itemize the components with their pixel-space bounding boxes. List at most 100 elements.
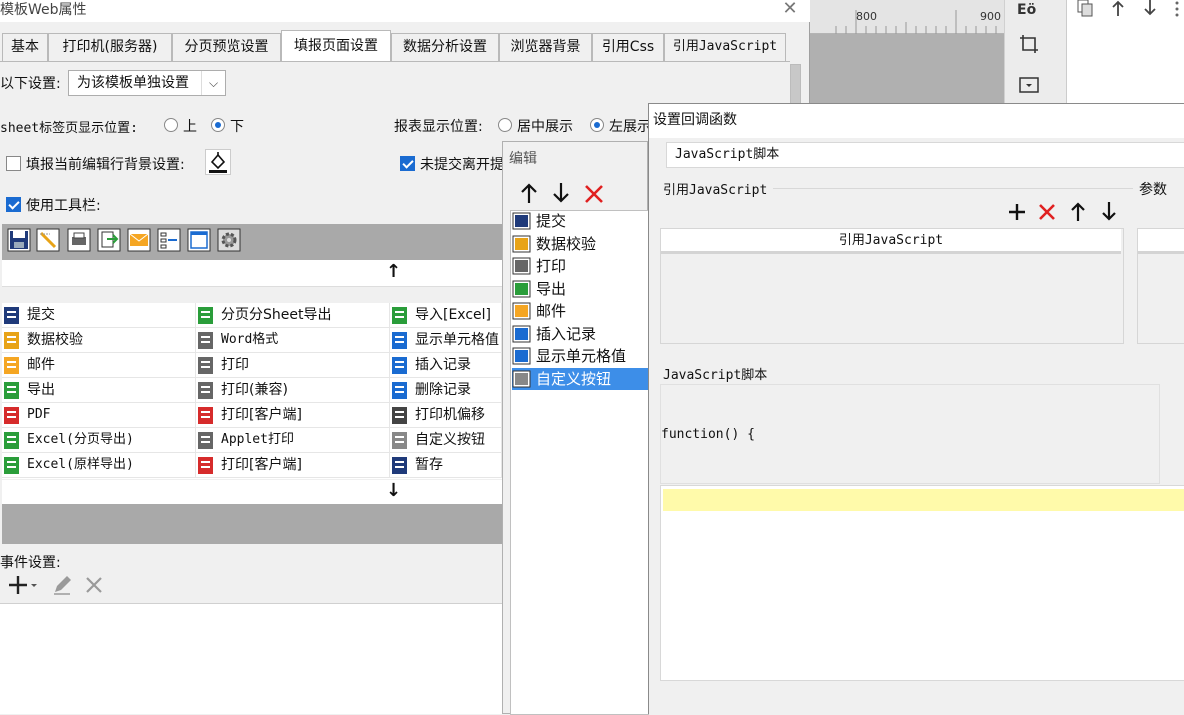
scroll-up-row[interactable]: ↑ [2,260,502,287]
toolbar-option-excel-original[interactable]: Excel(原样导出) [2,453,196,478]
edit-item-custom-button[interactable]: 自定义按钮 [512,367,648,390]
more-icon[interactable] [1171,0,1183,18]
submit-icon [512,212,532,230]
toolbar-option-data-check[interactable]: 数据校验 [2,328,196,353]
add-icon[interactable] [1007,202,1027,222]
toolbar-option-export[interactable]: 导出 [2,378,196,403]
sheet-position-label: sheet标签页显示位置: [0,121,138,136]
copy-icon[interactable] [1075,0,1095,18]
close-button[interactable]: ✕ [780,0,800,20]
insert-record-icon[interactable] [157,228,181,252]
tab-fill-page-settings[interactable]: 填报页面设置 [281,30,391,62]
edit-item-export[interactable]: 导出 [512,278,648,300]
tab-ref-javascript[interactable]: 引用JavaScript [664,33,786,61]
toolbar-option-pdf[interactable]: PDF [2,403,196,428]
sheet-position-top-label: 上 [183,119,197,135]
scrollbar-thumb[interactable] [790,64,801,104]
design-canvas [810,34,1004,114]
custom-button-icon [390,431,410,450]
crop-icon[interactable] [1019,34,1039,54]
toolbar-option-print-client[interactable]: 打印[客户端] [196,403,390,428]
email-icon [2,356,22,375]
params-column-header [1138,229,1184,254]
dropdown-widget-icon[interactable] [1019,76,1039,94]
script-header-area: function() { [660,384,1160,484]
move-up-icon[interactable] [519,182,539,204]
edit-item-submit[interactable]: 提交 [512,210,648,232]
custom-button-icon[interactable] [217,228,241,252]
tab-browser-background[interactable]: 浏览器背景 [499,33,592,61]
toolbar-option-temp-save[interactable]: 暂存 [390,453,502,478]
toolbar-option-import-excel[interactable]: 导入[Excel] [390,303,502,328]
tab-ref-css[interactable]: 引用Css [592,33,664,61]
move-down-icon[interactable] [1141,0,1159,18]
toolbar-option-applet-print[interactable]: Applet打印 [196,428,390,453]
print-icon [512,257,532,275]
sheet-position-bottom-radio[interactable] [211,118,225,132]
arrow-up-icon[interactable]: ↑ [386,261,401,282]
use-toolbar-checkbox[interactable] [6,197,21,212]
params-table[interactable] [1137,228,1184,344]
tab-data-analysis[interactable]: 数据分析设置 [391,33,499,61]
add-event-button[interactable] [8,574,40,596]
params-section-label: 参数 [1139,182,1167,198]
toolbar-option-submit[interactable]: 提交 [2,303,196,328]
show-cell-value-icon[interactable] [187,228,211,252]
delete-icon[interactable] [584,184,604,204]
edit-item-email[interactable]: 邮件 [512,300,648,322]
scroll-down-row[interactable]: ↓ [2,480,502,504]
toolbar-option-insert-record[interactable]: 插入记录 [390,353,502,378]
tab-pagination-preview[interactable]: 分页预览设置 [172,33,281,61]
ref-js-table[interactable]: 引用JavaScript [660,228,1124,344]
report-position-label: 报表显示位置: [394,119,483,135]
report-center-radio[interactable] [498,118,512,132]
toolbar-option-print-compat[interactable]: 打印(兼容) [196,378,390,403]
settings-scope-select[interactable]: 为该模板单独设置 ⌵ [68,70,226,96]
toolbar-option-custom-button[interactable]: 自定义按钮 [390,428,502,453]
toolbar-option-print[interactable]: 打印 [196,353,390,378]
tab-basic[interactable]: 基本 [2,33,48,61]
toolbar-option-delete-record[interactable]: 删除记录 [390,378,502,403]
paint-bucket-icon[interactable] [205,149,231,175]
move-up-icon[interactable] [1069,201,1087,223]
unsubmitted-leave-checkbox[interactable] [400,156,415,171]
toolbar-option-label: PDF [27,407,51,422]
sheet-position-top-radio[interactable] [164,118,178,132]
submit-icon [2,306,22,325]
edit-event-button[interactable] [52,574,72,596]
move-down-icon[interactable] [551,182,571,204]
submit-icon[interactable] [7,228,31,252]
sheet-export-icon [196,306,216,325]
cell-element-icon[interactable]: Eö [1017,0,1041,18]
arrow-down-icon[interactable]: ↓ [386,480,401,501]
print-icon[interactable] [67,228,91,252]
data-check-icon[interactable] [36,228,60,252]
toolbar-option-print-client-2[interactable]: 打印[客户端] [196,453,390,478]
excel-original-icon [2,456,22,475]
toolbar-option-label: 邮件 [27,357,55,373]
email-icon[interactable] [127,228,151,252]
toolbar-option-email[interactable]: 邮件 [2,353,196,378]
tab-printer-server[interactable]: 打印机(服务器) [48,33,172,61]
edit-item-print[interactable]: 打印 [512,255,648,277]
toolbar-option-excel-page[interactable]: Excel(分页导出) [2,428,196,453]
toolbar-option-show-cell-value[interactable]: 显示单元格值 [390,328,502,353]
script-type-select[interactable]: JavaScript脚本 [666,142,1184,168]
export-icon[interactable] [97,228,121,252]
delete-icon[interactable] [1037,202,1057,222]
toolbar-option-sheet-export[interactable]: 分页分Sheet导出 [196,303,390,328]
report-left-radio[interactable] [590,118,604,132]
edit-row-bg-checkbox[interactable] [6,156,21,171]
edit-item-show-cell-value[interactable]: 显示单元格值 [512,345,648,367]
delete-event-button[interactable] [84,575,104,595]
toolbar-option-printer-offset[interactable]: 打印机偏移 [390,403,502,428]
edit-item-data-check[interactable]: 数据校验 [512,233,648,255]
toolbar-option-word[interactable]: Word格式 [196,328,390,353]
edit-item-insert-record[interactable]: 插入记录 [512,323,648,345]
event-list[interactable] [0,603,504,714]
ref-js-column-header: 引用JavaScript [661,229,1121,254]
move-down-icon[interactable] [1100,201,1118,223]
edit-item-label: 打印 [536,257,567,275]
move-up-icon[interactable] [1109,0,1127,18]
script-editor[interactable] [660,485,1184,681]
